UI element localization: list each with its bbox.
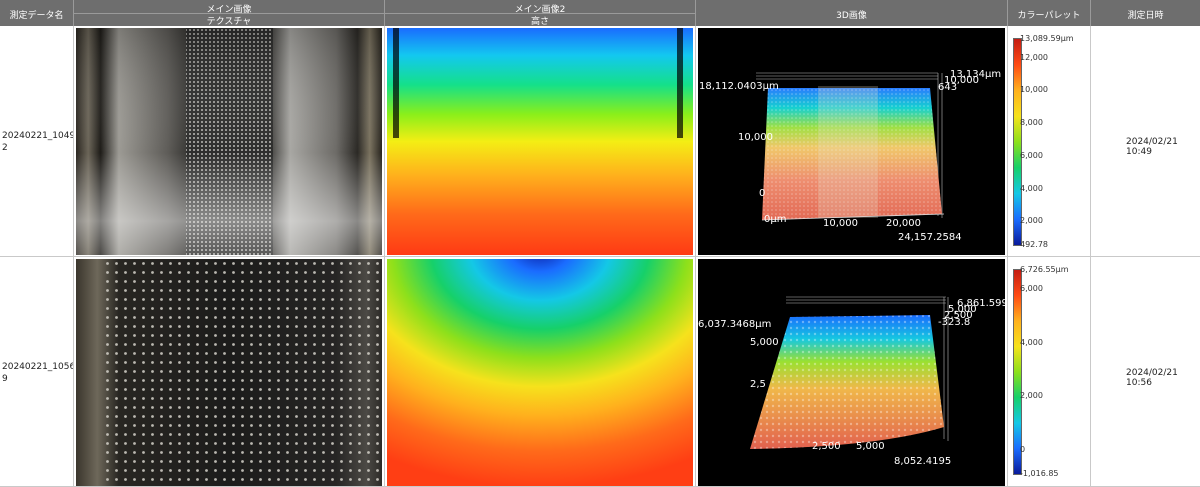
row1-name-line1: 20240221_10493 bbox=[2, 131, 74, 141]
row2-palette-tick-0: 6,000 bbox=[1020, 284, 1043, 293]
row1-3d-x0: 0µm bbox=[764, 214, 786, 225]
row2-texture-image bbox=[76, 259, 382, 486]
row1-3d-zero: 0 bbox=[759, 188, 765, 199]
row2-name-cell[interactable]: 20240221_10564 9 bbox=[0, 257, 74, 487]
row2-height-map bbox=[387, 259, 693, 486]
row1-height-map bbox=[387, 28, 693, 255]
row2-3d-x2: 5,000 bbox=[856, 441, 885, 452]
row1-3d-x2: 20,000 bbox=[886, 218, 921, 229]
row1-palette-min: 492.78 bbox=[1020, 240, 1048, 249]
row2-palette-min: -1,016.85 bbox=[1020, 469, 1059, 478]
row2-height-cell[interactable] bbox=[385, 257, 696, 487]
row1-palette-tick-1: 10,000 bbox=[1020, 85, 1048, 94]
row1-color-bar bbox=[1013, 38, 1022, 246]
row1-palette-tick-3: 6,000 bbox=[1020, 151, 1043, 160]
row1-3d-view: 18,112.0403µm 10,000 0 13,134µm 10,000 6… bbox=[698, 28, 1005, 255]
header-3d-image-label: 3D画像 bbox=[836, 11, 867, 21]
row1-palette-tick-4: 4,000 bbox=[1020, 184, 1043, 193]
header-color-palette-label: カラーパレット bbox=[1017, 11, 1081, 21]
row2-name-line2: 9 bbox=[2, 374, 8, 384]
row2-3d-cell[interactable]: 6,037.3468µm 5,000 2,5 6,861.5991 5,000 … bbox=[696, 257, 1008, 487]
row1-height-cell[interactable] bbox=[385, 26, 696, 257]
row2-3d-x1: 2,500 bbox=[812, 441, 841, 452]
header-datetime[interactable]: 測定日時 bbox=[1091, 0, 1200, 26]
row2-datetime-cell[interactable]: 2024/02/21 10:56 bbox=[1091, 257, 1200, 487]
row1-3d-z-top: 18,112.0403µm bbox=[699, 81, 779, 92]
row1-name-cell[interactable]: 20240221_10493 2 bbox=[0, 26, 74, 257]
row1-3d-x1: 10,000 bbox=[823, 218, 858, 229]
row2-palette-tick-2: 2,000 bbox=[1020, 391, 1043, 400]
header-color-palette[interactable]: カラーパレット bbox=[1008, 0, 1091, 26]
row1-palette-max: 13,089.59µm bbox=[1020, 34, 1074, 43]
row1-3d-y-c: 643 bbox=[938, 82, 957, 93]
row2-name-line1: 20240221_10564 bbox=[2, 362, 74, 372]
header-3d-image[interactable]: 3D画像 bbox=[696, 0, 1008, 26]
header-main-image[interactable]: メイン画像 テクスチャ bbox=[74, 0, 385, 27]
row1-palette-tick-5: 2,000 bbox=[1020, 216, 1043, 225]
row2-palette-cell[interactable]: 6,726.55µm 6,000 4,000 2,000 0 -1,016.85 bbox=[1008, 257, 1091, 487]
row1-palette-cell[interactable]: 13,089.59µm 12,000 10,000 8,000 6,000 4,… bbox=[1008, 26, 1091, 257]
row2-palette-max: 6,726.55µm bbox=[1020, 265, 1069, 274]
header-name[interactable]: 測定データ名 bbox=[0, 0, 74, 26]
header-name-label: 測定データ名 bbox=[9, 11, 64, 21]
row2-datetime: 2024/02/21 10:56 bbox=[1126, 368, 1178, 388]
row1-palette-tick-2: 8,000 bbox=[1020, 118, 1043, 127]
row1-palette-tick-0: 12,000 bbox=[1020, 53, 1048, 62]
row1-3d-cell[interactable]: 18,112.0403µm 10,000 0 13,134µm 10,000 6… bbox=[696, 26, 1008, 257]
row1-texture-cell[interactable] bbox=[74, 26, 385, 257]
results-table: 測定データ名 メイン画像 テクスチャ メイン画像2 高さ 3D画像 カラーパレッ… bbox=[0, 0, 1200, 487]
header-datetime-label: 測定日時 bbox=[1127, 11, 1164, 21]
row1-3d-x-end: 24,157.2584 bbox=[898, 232, 962, 243]
row2-3d-z-top: 6,037.3468µm bbox=[698, 319, 771, 330]
row1-datetime-cell[interactable]: 2024/02/21 10:49 bbox=[1091, 26, 1200, 257]
row2-3d-view: 6,037.3468µm 5,000 2,5 6,861.5991 5,000 … bbox=[698, 259, 1005, 486]
row1-datetime: 2024/02/21 10:49 bbox=[1126, 137, 1178, 157]
row2-palette-tick-3: 0 bbox=[1020, 445, 1026, 454]
row2-3d-x-end: 8,052.4195 bbox=[894, 456, 951, 467]
row1-name-line2: 2 bbox=[2, 143, 8, 153]
header-main-image-2[interactable]: メイン画像2 高さ bbox=[385, 0, 696, 27]
row1-texture-image bbox=[76, 28, 382, 255]
row1-3d-z-mid: 10,000 bbox=[738, 132, 773, 143]
row2-3d-z-mid: 5,000 bbox=[750, 337, 779, 348]
row2-3d-y-d: -323.8 bbox=[938, 317, 970, 328]
row2-3d-z-low: 2,5 bbox=[750, 379, 766, 390]
row2-texture-cell[interactable] bbox=[74, 257, 385, 487]
row2-palette-tick-1: 4,000 bbox=[1020, 338, 1043, 347]
